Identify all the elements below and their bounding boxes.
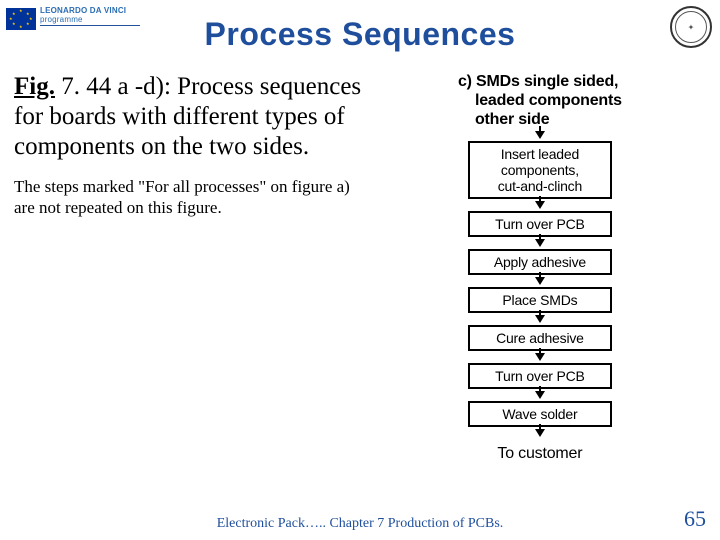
page-number: 65: [684, 506, 706, 532]
content: Fig. 7. 44 a -d): Process sequences for …: [14, 72, 706, 496]
diagram-step: Insert leaded components, cut-and-clinch: [468, 141, 612, 199]
process-diagram: c) SMDs single sided, leaded components …: [458, 72, 622, 496]
diagram-end: To customer: [497, 445, 582, 463]
footer-text: Electronic Pack….. Chapter 7 Production …: [0, 516, 720, 532]
arrow-icon: [535, 429, 545, 437]
arrow-icon: [535, 353, 545, 361]
figure-number: 7. 44 a -d):: [55, 73, 171, 100]
diagram-heading: c) SMDs single sided, leaded components …: [458, 72, 622, 129]
left-column: Fig. 7. 44 a -d): Process sequences for …: [14, 72, 374, 496]
seal-icon: ✦: [670, 6, 712, 48]
arrow-icon: [535, 239, 545, 247]
arrow-icon: [535, 131, 545, 139]
header: ★ ★ ★ ★ ★ ★ ★ ★ LEONARDO DA VINCI progra…: [0, 0, 720, 60]
arrow-icon: [535, 315, 545, 323]
arrow-icon: [535, 277, 545, 285]
arrow-icon: [535, 201, 545, 209]
figure-note: The steps marked "For all processes" on …: [14, 176, 374, 218]
page-title: Process Sequences: [0, 16, 720, 53]
figure-caption: Fig. 7. 44 a -d): Process sequences for …: [14, 72, 374, 162]
arrow-icon: [535, 391, 545, 399]
right-column: c) SMDs single sided, leaded components …: [374, 72, 706, 496]
figure-label: Fig.: [14, 73, 55, 100]
